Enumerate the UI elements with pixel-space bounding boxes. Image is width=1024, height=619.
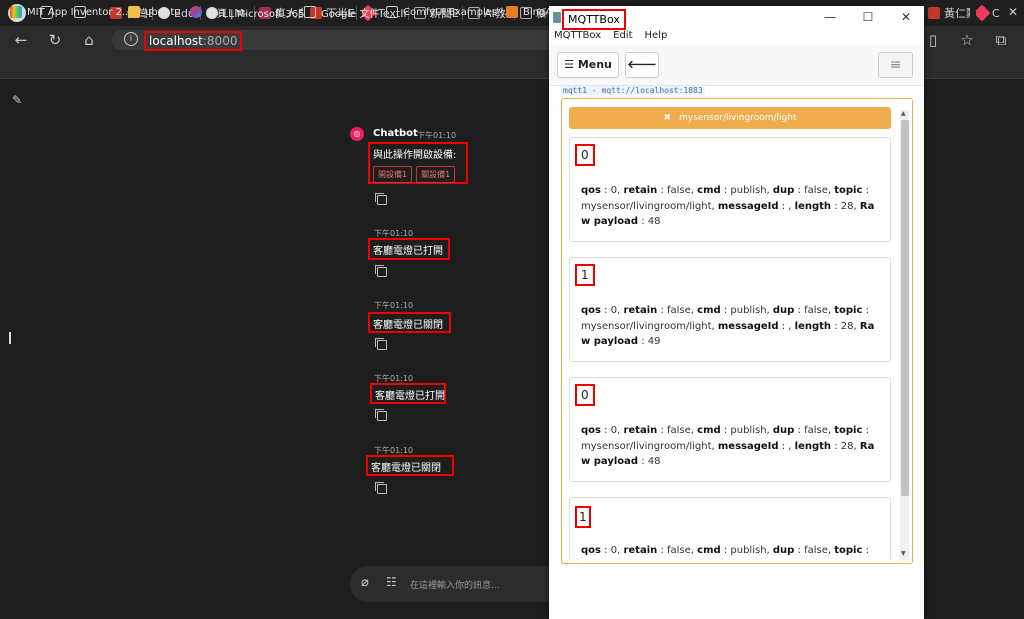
message-time: 下午01:10 (374, 301, 414, 310)
doc-icon (386, 6, 398, 18)
scrollbar-thumb[interactable] (901, 120, 909, 496)
message-meta: qos : 0, retain : false, cmd : publish, … (581, 305, 875, 347)
tab-label: 黃仁勳 (944, 7, 970, 20)
bot-message: 客廳電燈已打開 (368, 238, 450, 260)
tab-favicon-icon (976, 4, 991, 22)
menu-button[interactable]: ☰ Menu (557, 52, 619, 78)
bot-message-text: 與此操作開啟設備: (373, 150, 457, 161)
scroll-up-icon[interactable]: ▲ (901, 110, 906, 117)
menu-edit[interactable]: Edit (613, 30, 632, 41)
bookmark-label: Google 文件 (321, 8, 380, 20)
mqttbox-app-icon (553, 12, 561, 23)
attach-icon[interactable]: ⌀ (361, 575, 369, 590)
minimize-icon[interactable]: — (820, 8, 840, 26)
bot-message: 與此操作開啟設備: 開設備1 關設備1 (368, 142, 468, 184)
unsubscribe-icon[interactable]: ✖ (663, 113, 671, 123)
bookmark-bingai[interactable]: BingAI (506, 4, 555, 20)
message-card: 0 qos : 0, retain : false, cmd : publish… (569, 137, 891, 242)
menu-mqttbox[interactable]: MQTTBox (554, 30, 601, 41)
message-meta: qos : 0, retain : false, cmd : publish, … (581, 185, 875, 227)
tab-11[interactable]: C (976, 3, 1006, 23)
message-payload: 1 (575, 506, 591, 528)
home-icon[interactable]: ⌂ (80, 31, 98, 49)
scroll-down-icon[interactable]: ▼ (901, 550, 906, 557)
close-tab-icon[interactable]: ✕ (1008, 5, 1018, 19)
connection-label: mqtt1 - mqtt://localhost:1883 (561, 86, 705, 95)
maximize-icon[interactable]: ☐ (858, 8, 878, 26)
doc-icon (304, 6, 316, 18)
message-input-placeholder[interactable]: 在這裡輸入你的訊息... (410, 578, 500, 591)
mqttbox-menubar: MQTTBox Edit Help (549, 30, 924, 45)
bookmark-mit-app-inventor[interactable]: MIT App Inventor 2... (10, 4, 132, 20)
message-meta: qos : 0, retain : false, cmd : publish, … (581, 545, 869, 561)
url-port: :8000 (202, 34, 238, 48)
tab-label: C (992, 6, 1000, 20)
message-payload: 0 (575, 144, 595, 166)
message-card: 1 qos : 0, retain : false, cmd : publish… (569, 497, 891, 561)
back-icon[interactable]: ← (12, 31, 30, 49)
option-button-2[interactable]: 關設備1 (416, 166, 456, 183)
arrow-left-icon: 🡐 (627, 58, 657, 71)
new-chat-icon[interactable]: ✎ (12, 93, 26, 107)
favorites-icon[interactable]: ☆ (958, 31, 976, 49)
bookmark-ubuntu[interactable]: ubuntu (128, 4, 181, 20)
mit-icon (10, 6, 22, 18)
topic-label: mysensor/livingroom/light (679, 113, 797, 123)
hamburger-icon: ☰ (564, 58, 574, 71)
back-button[interactable]: 🡐 (625, 52, 659, 78)
settings-icon[interactable]: ☷ (386, 575, 397, 589)
bookmark-microsoft-365[interactable]: 首頁 | Microsoft 365 (190, 4, 305, 20)
bookmark-label: MIT App Inventor 2... (27, 6, 132, 18)
bot-message: 客廳電燈已關閉 (368, 312, 451, 333)
message-payload: 1 (575, 264, 595, 286)
window-title: MQTTBox (562, 9, 626, 30)
copy-icon[interactable] (375, 338, 387, 350)
message-time: 下午01:10 (417, 131, 457, 140)
bot-message: 客廳電燈已關閉 (366, 455, 454, 476)
split-screen-icon[interactable]: ▯ (924, 31, 942, 49)
bookmark-comfyui[interactable]: ComfyUI Examples |... (386, 4, 513, 20)
options-button[interactable]: ≡ (878, 52, 913, 78)
collections-icon[interactable]: ⧉ (992, 31, 1010, 49)
folder-icon (128, 6, 140, 18)
hamburger-icon: ≡ (889, 57, 902, 73)
message-meta: qos : 0, retain : false, cmd : publish, … (581, 425, 875, 467)
message-card: 1 qos : 0, retain : false, cmd : publish… (569, 257, 891, 362)
site-info-icon[interactable]: i (124, 32, 138, 46)
bookmark-google-docs[interactable]: Google 文件 (304, 4, 379, 20)
url-host: localhost (149, 34, 203, 48)
message-payload: 0 (575, 384, 595, 406)
bot-message: 客廳電燈已打開 (370, 383, 446, 404)
menu-button-label: Menu (577, 58, 612, 71)
message-card: 0 qos : 0, retain : false, cmd : publish… (569, 377, 891, 482)
m365-icon (190, 6, 202, 18)
copy-icon[interactable] (375, 409, 387, 421)
copy-icon[interactable] (375, 193, 387, 205)
bot-name: Chatbot (373, 128, 418, 139)
url-text[interactable]: localhost:8000 (144, 31, 243, 51)
copy-icon[interactable] (375, 265, 387, 277)
bookmark-label: 首頁 | Microsoft 365 (207, 8, 305, 20)
copy-icon[interactable] (375, 482, 387, 494)
reload-icon[interactable]: ↻ (46, 31, 64, 49)
sidebar-toggle[interactable] (9, 332, 11, 344)
bot-avatar: ◎ (350, 127, 364, 141)
bookmark-label: ubuntu (145, 6, 181, 18)
menu-help[interactable]: Help (645, 30, 668, 41)
option-button-1[interactable]: 開設備1 (373, 166, 413, 183)
close-window-icon[interactable]: ✕ (896, 8, 916, 26)
bookmark-label: ComfyUI Examples |... (403, 6, 514, 18)
tab-10[interactable]: 黃仁勳 (928, 3, 970, 23)
bing-icon (506, 6, 518, 18)
subscribed-topic-bar: ✖ mysensor/livingroom/light (569, 107, 891, 129)
tab-favicon-icon (928, 7, 940, 19)
